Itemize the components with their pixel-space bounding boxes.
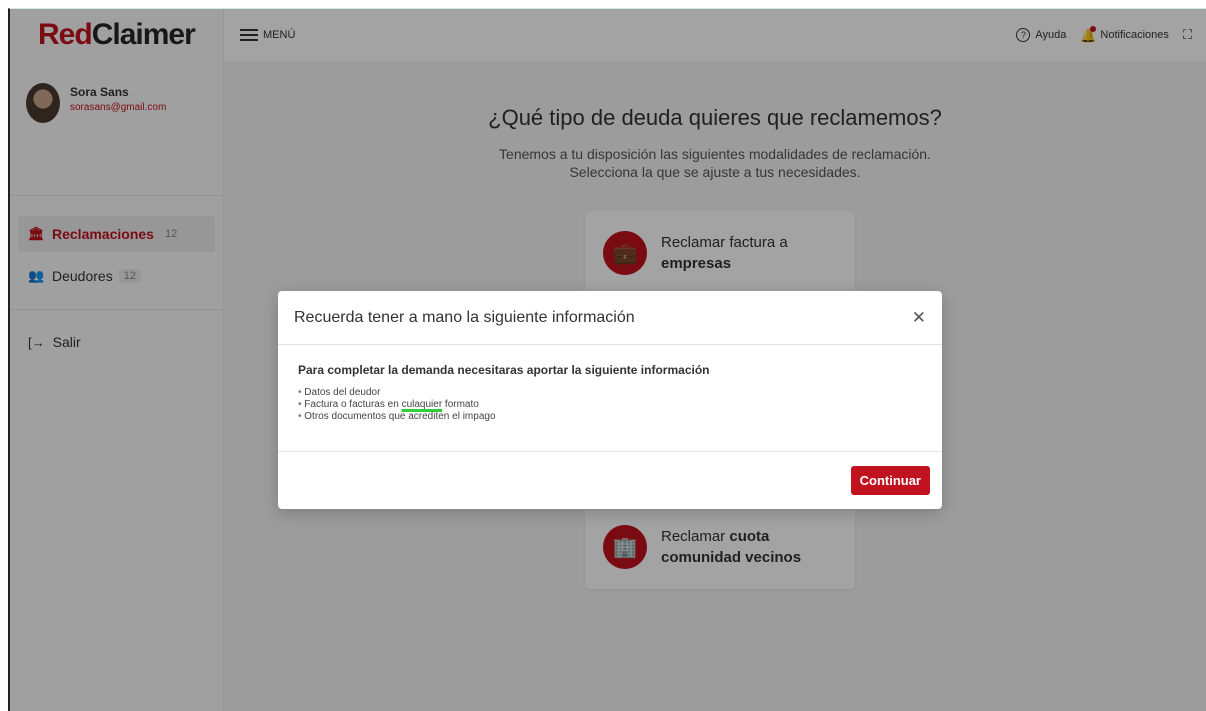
close-icon[interactable]: ✕ [912,308,926,328]
list-item-part: Factura o facturas en [304,399,402,410]
list-item: Factura o facturas en culaquier formato [298,399,922,411]
typo-highlight: culaquier [401,399,443,410]
list-item: Otros documentos que acrediten el impago [298,411,922,423]
continue-button[interactable]: Continuar [850,465,930,495]
app-window: Red Claimer Sora Sans sorasans@gmail.com … [8,8,1206,711]
list-item-part: formato [442,399,479,410]
modal-title: Recuerda tener a mano la siguiente infor… [294,308,635,326]
modal-lead: Para completar la demanda necesitaras ap… [298,363,710,377]
required-info-list: Datos del deudor Factura o facturas en c… [298,387,922,423]
info-modal: Recuerda tener a mano la siguiente infor… [278,291,942,509]
list-item: Datos del deudor [298,387,922,399]
